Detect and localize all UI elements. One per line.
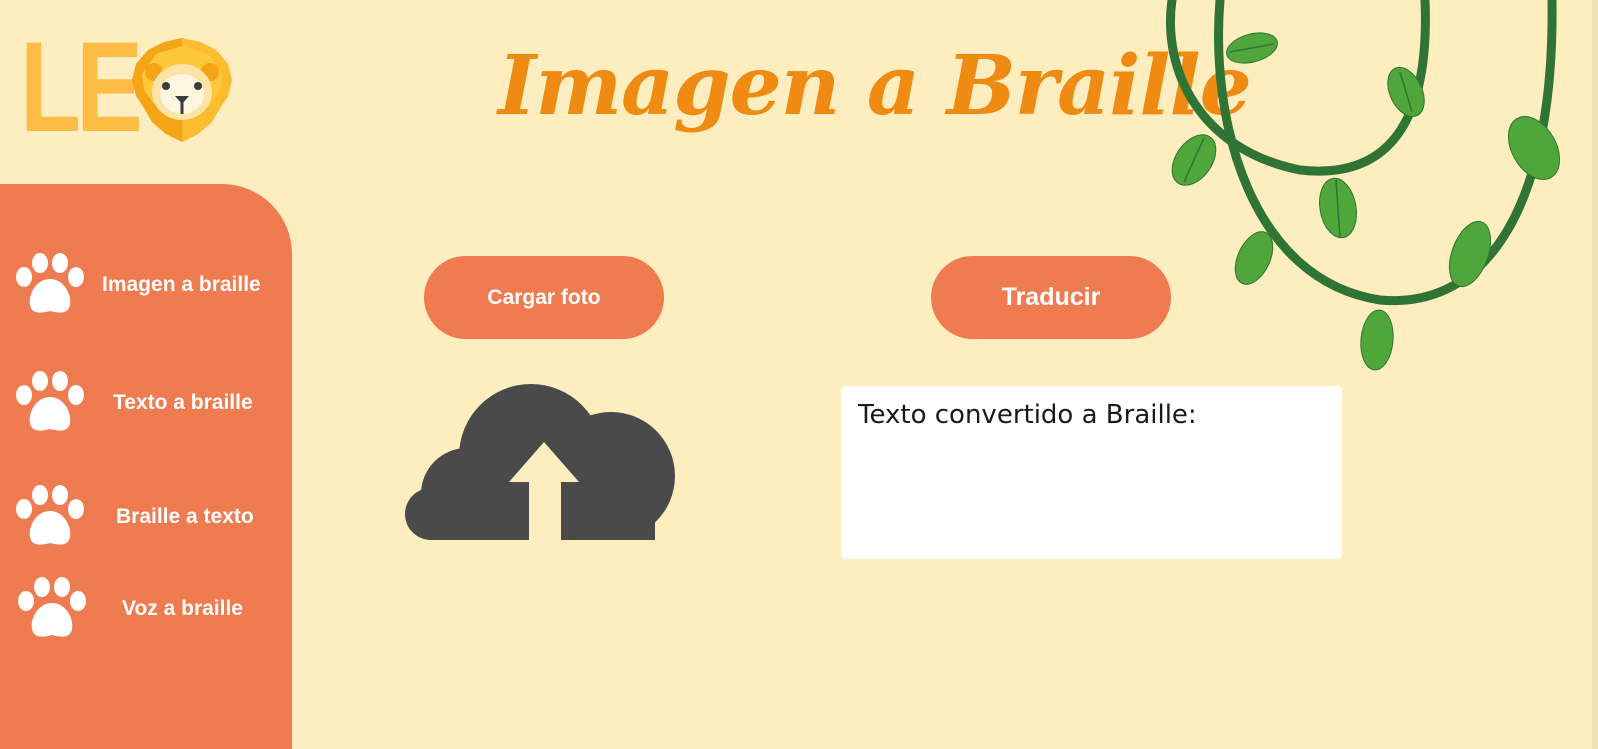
page-title: Imagen a Braille xyxy=(498,38,1252,134)
sidebar-item-label: Braille a texto xyxy=(116,505,254,528)
logo-text: LE xyxy=(20,16,143,159)
paw-icon xyxy=(18,577,86,637)
sidebar-item-label: Texto a braille xyxy=(113,391,253,414)
sidebar-item-texto-a-braille[interactable]: Texto a braille xyxy=(0,368,292,438)
braille-output-box[interactable]: Texto convertido a Braille: xyxy=(841,386,1342,559)
sidebar-item-label: Voz a braille xyxy=(122,597,243,620)
sidebar-item-imagen-a-braille[interactable]: Imagen a braille xyxy=(0,250,292,320)
paw-icon xyxy=(16,371,84,431)
sidebar-item-braille-a-texto[interactable]: Braille a texto xyxy=(0,482,292,552)
paw-icon xyxy=(16,253,84,313)
upload-photo-button[interactable]: Cargar foto xyxy=(424,256,664,339)
vines-decoration xyxy=(1165,0,1561,371)
translate-button[interactable]: Traducir xyxy=(931,256,1171,339)
logo[interactable]: LE xyxy=(18,16,248,159)
sidebar: Imagen a braille Texto a braille Braille… xyxy=(0,184,292,749)
output-label: Texto convertido a Braille: xyxy=(858,400,1197,430)
paw-icon xyxy=(16,485,84,545)
cloud-upload-icon[interactable] xyxy=(405,384,685,540)
lion-icon xyxy=(132,38,232,142)
sidebar-item-label: Imagen a braille xyxy=(102,273,261,296)
sidebar-item-voz-a-braille[interactable]: Voz a braille xyxy=(0,574,292,644)
